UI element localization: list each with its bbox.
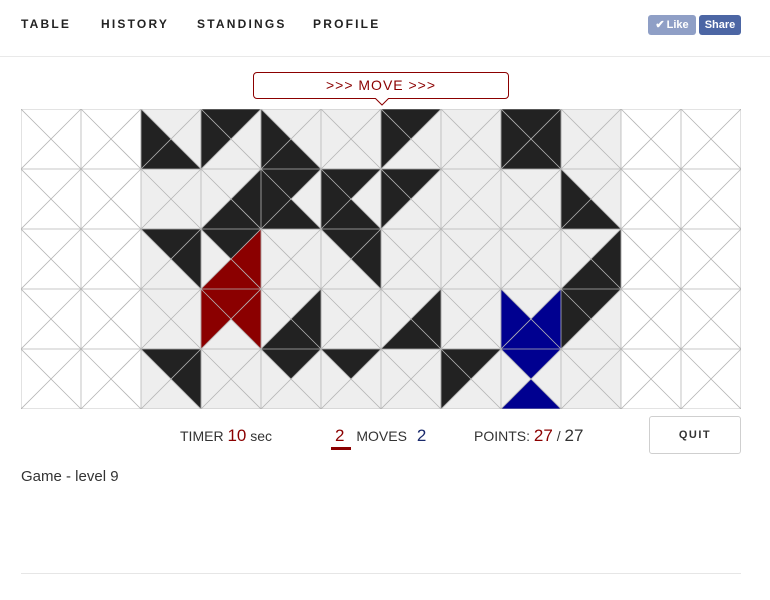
game-board[interactable] bbox=[21, 109, 741, 409]
game-level-label: Game - level 9 bbox=[21, 468, 119, 485]
nav-standings[interactable]: STANDINGS bbox=[197, 17, 287, 31]
points-label: POINTS: bbox=[474, 428, 531, 444]
quit-button[interactable]: QUIT bbox=[649, 416, 741, 454]
facebook-like-button[interactable]: ✔ Like bbox=[648, 15, 696, 35]
footer-divider bbox=[21, 573, 741, 574]
nav-history[interactable]: HISTORY bbox=[101, 17, 169, 31]
nav-table[interactable]: TABLE bbox=[21, 17, 71, 31]
timer-label: TIMER bbox=[180, 428, 224, 444]
facebook-share-button[interactable]: Share bbox=[699, 15, 741, 35]
timer-unit: sec bbox=[250, 428, 273, 444]
moves-right-value: 2 bbox=[416, 426, 427, 445]
move-direction-banner[interactable]: >>> MOVE >>> bbox=[253, 72, 509, 99]
points-total: 27 bbox=[564, 426, 584, 445]
nav-profile[interactable]: PROFILE bbox=[313, 17, 380, 31]
active-player-underline bbox=[331, 447, 351, 450]
points-display: POINTS: 27 / 27 bbox=[474, 426, 583, 446]
like-label: Like bbox=[666, 19, 689, 31]
moves-left-value: 2 bbox=[335, 426, 345, 445]
banner-pointer-icon bbox=[375, 98, 389, 106]
points-current: 27 bbox=[533, 426, 553, 445]
timer-display: TIMER 10 sec bbox=[180, 426, 272, 446]
moves-label: MOVES bbox=[356, 428, 407, 444]
points-separator: / bbox=[556, 428, 561, 444]
moves-display: 2 MOVES 2 bbox=[335, 426, 426, 446]
timer-value: 10 bbox=[227, 426, 247, 445]
checkmark-icon: ✔ bbox=[655, 19, 665, 31]
top-navigation: TABLE HISTORY STANDINGS PROFILE ✔ Like Sh… bbox=[0, 0, 770, 57]
